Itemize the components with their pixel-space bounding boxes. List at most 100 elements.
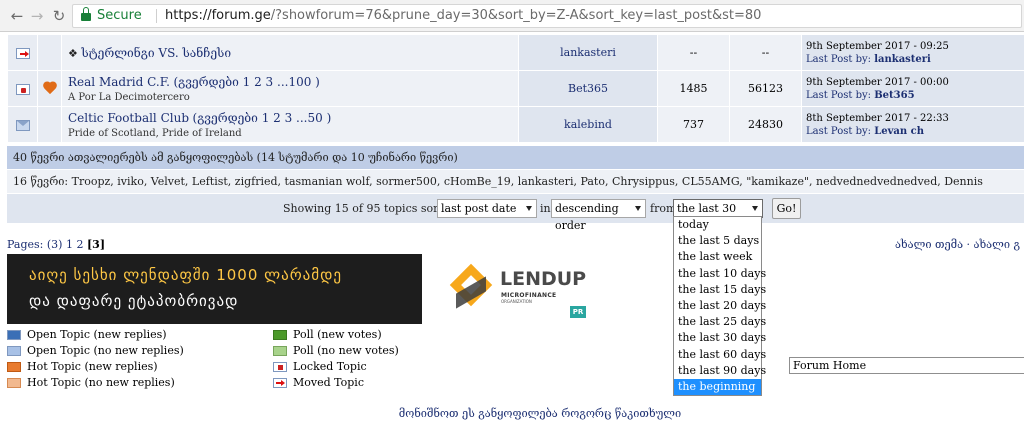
- sort-order-select[interactable]: descending order: [551, 199, 646, 232]
- lendup-banner[interactable]: აიღე სესხი ლენდაფში 1000 ლარამდე და დაფა…: [7, 254, 592, 324]
- locked-topic-icon: [15, 83, 30, 95]
- legend-label: Hot Topic (no new replies): [27, 376, 175, 389]
- lendup-logo-icon: [449, 263, 493, 309]
- topic-title-link[interactable]: Real Madrid C.F.: [68, 75, 170, 89]
- topic-starter[interactable]: lankasteri: [518, 34, 658, 71]
- pagination: Pages: (3) 1 2 [3]: [7, 238, 105, 251]
- banner-line-2: და დაფარე ეტაპობრივად: [29, 292, 239, 310]
- page-link-1[interactable]: 1: [66, 238, 73, 251]
- banner-text-area: [7, 254, 427, 324]
- url-text[interactable]: https://forum.ge/?showforum=76&prune_day…: [165, 5, 761, 27]
- legend-item: Moved Topic: [273, 375, 399, 391]
- url-separator: [156, 9, 157, 23]
- legend-right: Poll (new votes) Poll (no new votes) Loc…: [273, 327, 399, 391]
- topic-fav-cell: [37, 106, 62, 143]
- topic-title-link[interactable]: Celtic Football Club: [68, 111, 189, 125]
- legend-label: Poll (no new votes): [293, 344, 399, 357]
- topic-page-links[interactable]: (გვერდები 1 2 3 ...50 ): [193, 111, 332, 125]
- legend-item: Poll (new votes): [273, 327, 399, 343]
- last-post-author[interactable]: lankasteri: [874, 54, 931, 65]
- pages-label: Pages:: [7, 238, 44, 251]
- envelope-icon: [15, 119, 30, 131]
- last-post-date: 9th September 2017 - 09:25: [806, 40, 949, 52]
- open-topic-new-icon: [7, 330, 21, 340]
- sort-by-value: last post date: [441, 202, 517, 215]
- legend-item: Open Topic (no new replies): [7, 343, 184, 359]
- last-post-author[interactable]: Levan ch: [874, 126, 924, 137]
- secure-label: Secure: [97, 8, 142, 23]
- date-range-option[interactable]: the last 5 days: [674, 233, 761, 249]
- pin-icon: ❖: [68, 46, 78, 60]
- mark-forum-read-link[interactable]: მონიშნოთ ეს განყოფილება როგორც წაკითხული: [0, 407, 1024, 420]
- topic-status-cell: [7, 34, 38, 71]
- topic-description: Pride of Scotland, Pride of Ireland: [68, 127, 242, 139]
- date-range-option[interactable]: the last 20 days: [674, 298, 766, 314]
- lock-icon: [81, 7, 91, 21]
- forward-arrow-icon[interactable]: →: [28, 7, 46, 25]
- legend-item: Locked Topic: [273, 359, 399, 375]
- date-range-option[interactable]: today: [674, 217, 761, 233]
- poll-old-icon: [273, 346, 287, 356]
- topic-fav-cell: [37, 34, 62, 71]
- topic-replies: 1485: [657, 70, 730, 107]
- locked-topic-icon: [273, 362, 287, 372]
- legend-label: Open Topic (new replies): [27, 328, 167, 341]
- forum-jump-select[interactable]: Forum Home: [789, 357, 1024, 374]
- date-range-option[interactable]: the last 10 days: [674, 266, 766, 282]
- chevron-down-icon: [752, 206, 758, 211]
- pages-current-marker: (3): [46, 238, 63, 251]
- date-range-option[interactable]: the beginning: [674, 378, 761, 396]
- table-row: Celtic Football Club (გვერდები 1 2 3 ...…: [7, 106, 1024, 143]
- topic-title-cell: Real Madrid C.F. (გვერდები 1 2 3 ...100 …: [61, 70, 519, 107]
- topic-status-cell: [7, 70, 38, 107]
- moved-topic-icon: [273, 378, 287, 388]
- address-bar[interactable]: Secure https://forum.ge/?showforum=76&pr…: [72, 4, 1022, 28]
- legend-label: Open Topic (no new replies): [27, 344, 184, 357]
- legend-label: Locked Topic: [293, 360, 367, 373]
- sort-by-select[interactable]: last post date: [437, 199, 537, 218]
- date-range-option[interactable]: the last 60 days: [674, 347, 766, 363]
- topic-replies: 737: [657, 106, 730, 143]
- last-post-by-label: Last Post by:: [806, 125, 872, 137]
- topic-starter[interactable]: Bet365: [518, 70, 658, 107]
- date-range-option[interactable]: the last 30 days: [674, 330, 766, 346]
- legend-item: Hot Topic (new replies): [7, 359, 184, 375]
- banner-line-1: აიღე სესხი ლენდაფში 1000 ლარამდე: [29, 266, 343, 284]
- new-topic-links[interactable]: ახალი თემა · ახალი გ: [895, 238, 1020, 251]
- page-current: [3]: [86, 238, 106, 251]
- topic-title-link[interactable]: სტერლინგი VS. სანჩესი: [81, 46, 231, 60]
- topic-last-post: 8th September 2017 - 22:33 Last Post by:…: [801, 106, 1024, 143]
- topic-starter[interactable]: kalebind: [518, 106, 658, 143]
- active-readers-bar: 40 წევრი ათვალიერებს ამ განყოფილებას (14…: [7, 145, 1024, 169]
- table-row: ❖ სტერლინგი VS. სანჩესი lankasteri -- --…: [7, 34, 1024, 71]
- forum-jump-value: Forum Home: [793, 359, 867, 372]
- topic-title-cell: Celtic Football Club (გვერდები 1 2 3 ...…: [61, 106, 519, 143]
- hot-topic-new-icon: [7, 362, 21, 372]
- page-link-2[interactable]: 2: [76, 238, 83, 251]
- date-range-option[interactable]: the last 90 days: [674, 363, 766, 379]
- go-button[interactable]: Go!: [772, 198, 801, 219]
- topic-list: ❖ სტერლინგი VS. სანჩესი lankasteri -- --…: [7, 34, 1024, 143]
- pr-badge: PR: [570, 306, 586, 318]
- sort-order-value: descending order: [555, 202, 619, 232]
- topic-last-post: 9th September 2017 - 00:00 Last Post by:…: [801, 70, 1024, 107]
- legend-item: Poll (no new votes): [273, 343, 399, 359]
- topic-description: A Por La Decimotercero: [68, 91, 190, 103]
- back-arrow-icon[interactable]: ←: [8, 7, 26, 25]
- open-topic-old-icon: [7, 346, 21, 356]
- topic-views: 24830: [729, 106, 802, 143]
- moved-topic-icon: [15, 47, 30, 59]
- sort-controls: Showing 15 of 95 topics sorted by last p…: [7, 193, 1024, 232]
- topic-title-cell: ❖ სტერლინგი VS. სანჩესი: [61, 34, 519, 71]
- last-post-author[interactable]: Bet365: [874, 90, 914, 101]
- date-range-option[interactable]: the last week: [674, 249, 761, 265]
- chevron-down-icon: [526, 206, 532, 211]
- topic-page-links[interactable]: (გვერდები 1 2 3 ...100 ): [173, 75, 319, 89]
- legend-label: Hot Topic (new replies): [27, 360, 158, 373]
- legend-label: Poll (new votes): [293, 328, 382, 341]
- browser-toolbar: ← → ↻ Secure https://forum.ge/?showforum…: [0, 0, 1024, 32]
- date-range-option[interactable]: the last 25 days: [674, 314, 766, 330]
- topic-status-cell: [7, 106, 38, 143]
- reload-icon[interactable]: ↻: [50, 7, 68, 25]
- date-range-option[interactable]: the last 15 days: [674, 282, 766, 298]
